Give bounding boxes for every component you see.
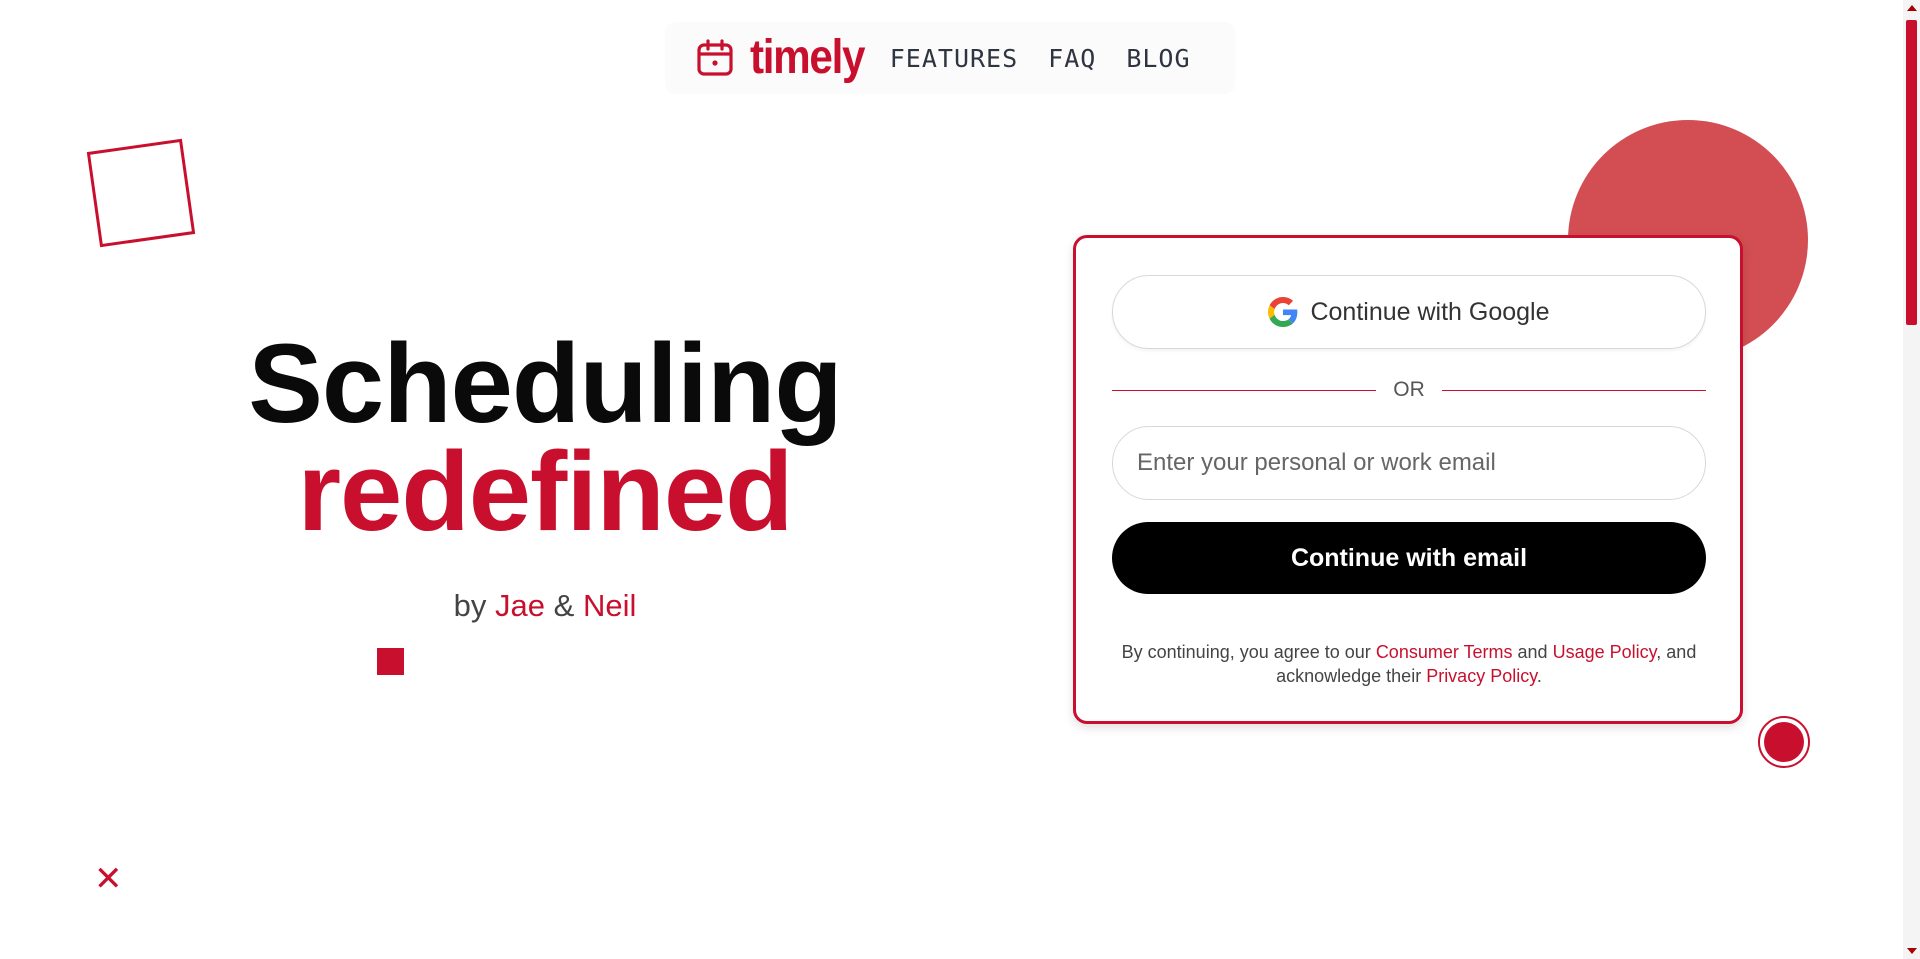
scroll-down-arrow-icon[interactable]: [1907, 948, 1917, 954]
top-nav: timely FEATURES FAQ BLOG: [665, 22, 1235, 94]
legal-text-2: and: [1512, 642, 1553, 662]
calendar-icon: [697, 39, 733, 76]
decorative-dot: [1764, 722, 1804, 762]
nav-link-features[interactable]: FEATURES: [890, 44, 1018, 73]
decorative-ring-dot: [1758, 716, 1810, 768]
divider-line-right: [1442, 389, 1706, 391]
decorative-x-icon: ✕: [94, 859, 123, 899]
nav-link-blog[interactable]: BLOG: [1126, 44, 1190, 73]
legal-text-4: .: [1536, 666, 1542, 686]
logo-link[interactable]: timely: [695, 34, 880, 82]
consumer-terms-link[interactable]: Consumer Terms: [1376, 642, 1513, 662]
page: timely FEATURES FAQ BLOG ✕ Scheduling re…: [0, 0, 1920, 959]
google-button-label: Continue with Google: [1310, 297, 1550, 326]
decorative-small-square: [377, 648, 404, 675]
google-icon: [1268, 297, 1298, 327]
privacy-policy-link[interactable]: Privacy Policy: [1426, 666, 1537, 686]
hero-title-line1: Scheduling: [248, 321, 843, 446]
legal-notice: By continuing, you agree to our Consumer…: [1106, 640, 1712, 688]
divider-line-left: [1112, 389, 1376, 391]
author-neil: Neil: [582, 588, 637, 623]
byline-prefix: by: [453, 588, 487, 623]
author-jae: Jae: [495, 588, 545, 623]
usage-policy-link[interactable]: Usage Policy: [1553, 642, 1657, 662]
scrollbar-thumb[interactable]: [1906, 20, 1917, 325]
or-divider: OR: [1112, 375, 1706, 405]
vertical-scrollbar[interactable]: [1903, 0, 1920, 959]
decorative-outline-square: [86, 138, 196, 248]
byline: by Jae & Neil: [200, 588, 890, 624]
signin-card: Continue with Google OR Continue with em…: [1073, 235, 1743, 724]
hero: Scheduling redefined by Jae & Neil: [200, 321, 890, 624]
hero-title-line2: redefined: [297, 429, 793, 554]
continue-with-google-button[interactable]: Continue with Google: [1112, 275, 1706, 349]
logo-text: timely: [750, 31, 865, 84]
continue-with-email-button[interactable]: Continue with email: [1112, 522, 1706, 594]
nav-links: FEATURES FAQ BLOG: [890, 44, 1221, 73]
or-label: OR: [1393, 378, 1425, 401]
byline-ampersand: &: [553, 588, 575, 623]
nav-link-faq[interactable]: FAQ: [1048, 44, 1096, 73]
email-input[interactable]: [1112, 426, 1706, 500]
legal-text-1: By continuing, you agree to our: [1121, 642, 1376, 662]
scroll-up-arrow-icon[interactable]: [1907, 5, 1917, 11]
